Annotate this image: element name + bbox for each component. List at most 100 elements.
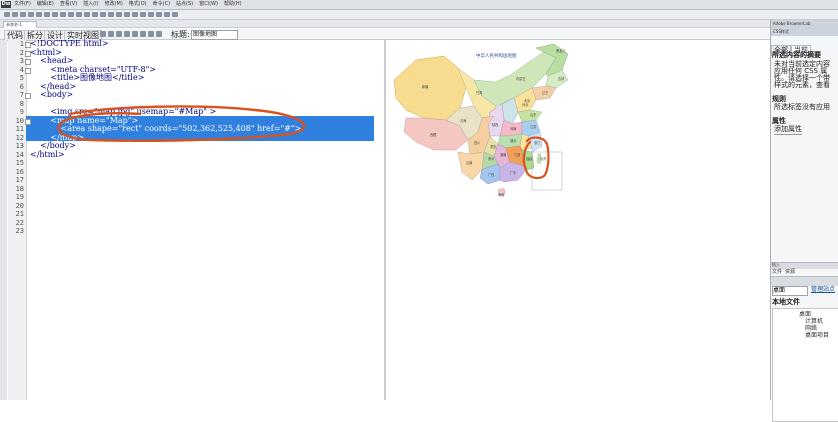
province-label: 江西 (514, 152, 520, 157)
tree-item-computer[interactable]: 计算机 (805, 318, 823, 325)
line-number: 22 (15, 218, 24, 227)
toolbar-button-icon[interactable] (148, 12, 154, 17)
toolbar-button-icon[interactable] (108, 12, 114, 17)
toolbar-button-icon[interactable] (100, 12, 106, 17)
toolbar-button-icon[interactable] (76, 12, 82, 17)
line-number: 6 (19, 82, 24, 91)
document-tool-icon[interactable] (132, 31, 138, 37)
browserlab-panel-header[interactable]: Adobe BrowserLab (771, 20, 838, 28)
document-tool-icon[interactable] (100, 31, 106, 37)
toolbar-button-icon[interactable] (124, 12, 130, 17)
line-number: 8 (19, 99, 24, 108)
line-number: 18 (15, 184, 24, 193)
app-logo: Dw (1, 1, 11, 8)
file-tree: 桌面 计算机 网络 桌面项目 (772, 308, 838, 422)
toolbar-button-icon[interactable] (52, 12, 58, 17)
menu-item[interactable]: 格式(O) (129, 1, 147, 8)
assets-tab[interactable]: 资源 (785, 269, 795, 276)
province-label: 广西 (488, 172, 494, 177)
menu-item[interactable]: 帮助(H) (224, 1, 242, 8)
document-tool-icon[interactable] (124, 31, 130, 37)
province-label: 河北 (522, 102, 529, 107)
tree-item-desktop-items[interactable]: 桌面项目 (805, 332, 829, 339)
toolbar-button-icon[interactable] (92, 12, 98, 17)
province-label: 四川 (474, 141, 480, 145)
map-region-yunnan (457, 151, 485, 181)
site-select-value: 桌面 (773, 287, 786, 294)
toolbar-button-icon[interactable] (172, 12, 178, 17)
add-property-link[interactable]: 添加属性 (774, 125, 802, 135)
menu-list: 文件(F) 编辑(E) 查看(V) 插入(I) 修改(M) 格式(O) 命令(C) 站点(S)… (14, 1, 242, 8)
title-label: 标题: (171, 30, 190, 39)
province-label: 山东 (530, 112, 536, 117)
document-tool-icon[interactable] (140, 31, 146, 37)
toolbar-button-icon[interactable] (68, 12, 74, 17)
document-tab[interactable]: 未命名-1 (3, 21, 37, 28)
title-input[interactable]: 图像地图 (191, 30, 238, 40)
document-tool-icon[interactable] (148, 31, 154, 37)
province-label: 陕西 (492, 122, 498, 127)
menu-item[interactable]: 文件(F) (14, 1, 31, 8)
manage-sites-link[interactable]: 管理站点 (811, 286, 835, 293)
rules-text: 所选标签没有应用 (774, 103, 830, 111)
document-tool-icon[interactable] (156, 31, 162, 37)
toolbar-button-icon[interactable] (84, 12, 90, 17)
toolbar-button-icon[interactable] (20, 12, 26, 17)
fold-marker[interactable] (25, 67, 31, 74)
toolbar-button-icon[interactable] (36, 12, 42, 17)
document-tool-icon[interactable] (108, 31, 114, 37)
toolbar-button-icon[interactable] (116, 12, 122, 17)
code-line[interactable]: <body> (30, 90, 73, 100)
files-tab[interactable]: 文件 (772, 269, 782, 276)
code-line[interactable]: </html> (30, 150, 65, 160)
line-number: 20 (15, 201, 24, 210)
document-tool-icon[interactable] (116, 31, 122, 37)
menu-item[interactable]: 查看(V) (60, 1, 77, 8)
tree-item-desktop[interactable]: 桌面 (799, 311, 811, 318)
province-label: 湖北 (510, 138, 517, 143)
summary-heading: 所选内容的摘要 (772, 51, 821, 59)
line-number: 17 (15, 176, 24, 184)
toolbar-button-icon[interactable] (164, 12, 170, 17)
fold-marker[interactable] (25, 50, 31, 57)
tree-item-network[interactable]: 网络 (805, 325, 817, 332)
css-styles-panel-header[interactable]: CSS样式 (771, 28, 838, 36)
province-label: 河南 (510, 126, 516, 131)
toolbar-button-icon[interactable] (44, 12, 50, 17)
site-select[interactable]: 桌面 (772, 286, 808, 296)
menu-item[interactable]: 命令(C) (153, 1, 170, 8)
province-label: 重庆 (490, 144, 497, 149)
toolbar-button-icon[interactable] (28, 12, 34, 17)
menu-item[interactable]: 修改(M) (105, 1, 123, 8)
menu-item[interactable]: 站点(S) (176, 1, 193, 8)
province-label: 吉林 (558, 76, 565, 81)
line-number: 13 (15, 142, 24, 150)
toolbar-button-icon[interactable] (140, 12, 146, 17)
province-label: 台湾 (540, 156, 547, 161)
document-tab-strip (0, 20, 770, 28)
toolbar-button-icon[interactable] (4, 12, 10, 17)
insert-panel-label[interactable]: 插入 (772, 262, 780, 268)
fold-marker[interactable] (25, 118, 31, 125)
right-panel: Adobe BrowserLab CSS样式 全部 当前 所选内容的摘要 未对当前… (770, 20, 838, 422)
menu-item[interactable]: 插入(I) (83, 1, 98, 8)
province-label: 青海 (460, 118, 467, 123)
menu-item[interactable]: 窗口(W) (199, 1, 218, 8)
province-label: 黑龙江 (556, 48, 566, 53)
province-label: 甘肃 (476, 90, 483, 95)
fold-marker[interactable] (25, 42, 31, 48)
local-files-heading: 本地文件 (772, 298, 800, 306)
summary-line: 样式的元素，查看 (774, 81, 830, 89)
css-tabs: 全部 当前 (771, 37, 811, 56)
toolbar-button-icon[interactable] (60, 12, 66, 17)
menu-item[interactable]: 编辑(E) (37, 1, 54, 8)
fold-marker[interactable] (25, 59, 31, 65)
province-label: 海南 (498, 192, 504, 197)
line-number: 3 (19, 57, 24, 65)
toolbar-button-icon[interactable] (132, 12, 138, 17)
toolbar-button-icon[interactable] (12, 12, 18, 17)
menu-bar: Dw 文件(F) 编辑(E) 查看(V) 插入(I) 修改(M) 格式(O) 命令(C) 站点… (0, 0, 838, 10)
fold-marker[interactable] (25, 93, 31, 99)
line-number: 1 (19, 40, 24, 48)
toolbar-button-icon[interactable] (156, 12, 162, 17)
